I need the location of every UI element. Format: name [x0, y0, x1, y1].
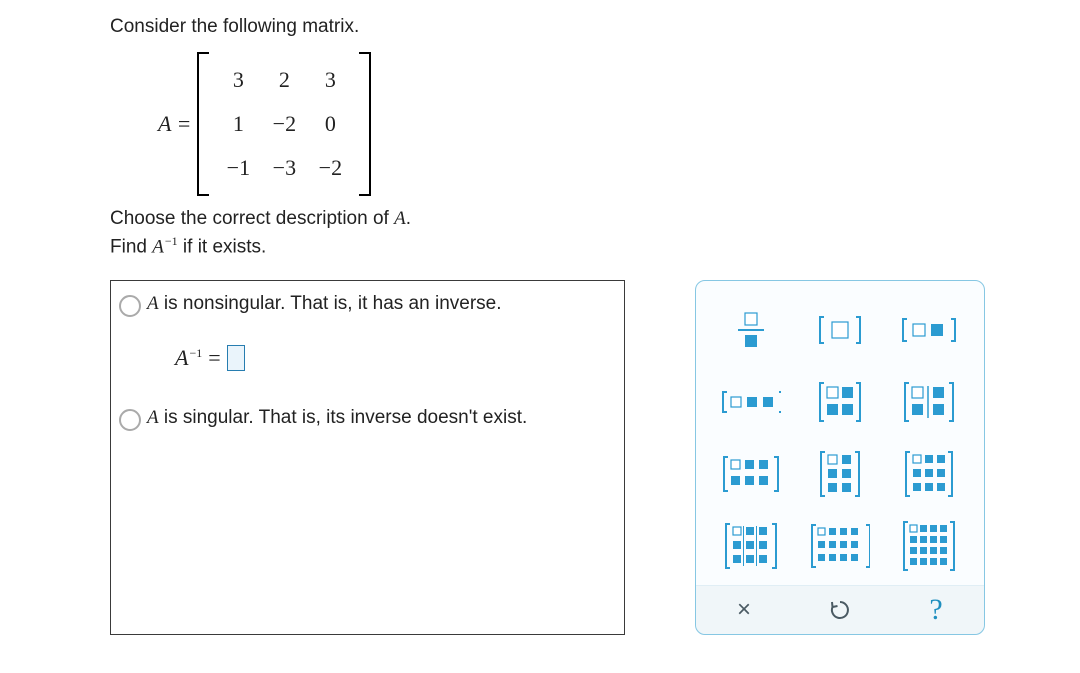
palette-matrix-1x1-button[interactable]	[810, 308, 870, 352]
matrix-grid: 3 2 3 1 −2 0 −1 −3 −2	[205, 56, 363, 192]
question-line2-pre: Find	[110, 236, 152, 257]
choice2-A: A	[147, 407, 159, 428]
bracket-3x4-icon	[810, 522, 870, 570]
eq-equals: =	[208, 345, 220, 371]
choice-singular[interactable]: A is singular. That is, its inverse does…	[119, 407, 614, 431]
matrix-cell: 2	[279, 67, 290, 93]
choice-nonsingular[interactable]: A is nonsingular. That is, it has an inv…	[119, 293, 614, 317]
palette-matrix-2x3-button[interactable]	[721, 452, 781, 496]
palette-matrix-3x3-button[interactable]	[899, 452, 959, 496]
eq-sup: −1	[189, 346, 202, 360]
template-palette: × ?	[695, 280, 985, 635]
bracket-3x3-grid-icon	[724, 521, 778, 571]
inverse-equation: A−1 =	[175, 345, 614, 371]
matrix-cell: −3	[273, 155, 296, 181]
matrix-cell: −2	[273, 111, 296, 137]
close-button[interactable]: ×	[696, 586, 792, 634]
bracket-2x3-icon	[722, 454, 780, 494]
bracket-1x1-icon	[818, 313, 862, 347]
palette-matrix-3x3-grid-button[interactable]	[721, 524, 781, 568]
question-line1-A: A	[394, 208, 406, 229]
palette-matrix-4x4-button[interactable]	[899, 524, 959, 568]
palette-matrix-3x4-button[interactable]	[810, 524, 870, 568]
question-line2-sup: −1	[165, 234, 178, 248]
question-line2-A: A	[152, 236, 164, 257]
help-button[interactable]: ?	[888, 586, 984, 634]
palette-matrix-1x3-button[interactable]	[721, 380, 781, 424]
palette-fraction-button[interactable]	[721, 308, 781, 352]
radio-icon[interactable]	[119, 295, 141, 317]
question-block: Choose the correct description of A. Fin…	[110, 208, 1040, 258]
palette-matrix-2x2-button[interactable]	[810, 380, 870, 424]
question-line1-post: .	[406, 208, 411, 229]
bracket-3x3-icon	[904, 449, 954, 499]
palette-toolbar: × ?	[696, 585, 984, 634]
bracket-2x2-icon	[818, 380, 862, 424]
palette-matrix-3x2-button[interactable]	[810, 452, 870, 496]
choice-text: A is singular. That is, its inverse does…	[147, 407, 527, 429]
palette-matrix-2x2-split-button[interactable]	[899, 380, 959, 424]
bracket-3x2-icon	[819, 449, 861, 499]
undo-button[interactable]	[792, 586, 888, 634]
choice2-text: is singular. That is, its inverse doesn'…	[159, 407, 528, 428]
prompt-text: Consider the following matrix.	[110, 16, 1040, 38]
choice1-A: A	[147, 293, 159, 314]
matrix-cell: 1	[233, 111, 244, 137]
bracket-1x2-icon	[901, 315, 957, 345]
matrix-bracket: 3 2 3 1 −2 0 −1 −3 −2	[197, 52, 371, 196]
matrix-cell: −1	[227, 155, 250, 181]
choice-box: A is nonsingular. That is, it has an inv…	[110, 280, 625, 635]
radio-icon[interactable]	[119, 409, 141, 431]
palette-matrix-1x2-button[interactable]	[899, 308, 959, 352]
question-line2-post: if it exists.	[178, 236, 267, 257]
choice-text: A is nonsingular. That is, it has an inv…	[147, 293, 502, 315]
question-line1-pre: Choose the correct description of	[110, 208, 394, 229]
matrix-cell: 3	[325, 67, 336, 93]
choice1-text: is nonsingular. That is, it has an inver…	[159, 293, 502, 314]
help-icon: ?	[929, 593, 942, 627]
matrix-definition: A = 3 2 3 1 −2 0 −1 −3 −2	[158, 52, 1040, 196]
matrix-lhs: A =	[158, 111, 191, 137]
matrix-cell: 3	[233, 67, 244, 93]
answer-input-slot[interactable]	[227, 345, 245, 371]
close-icon: ×	[737, 596, 751, 624]
undo-icon	[829, 599, 851, 621]
bracket-4x4-icon	[902, 519, 956, 573]
bracket-2x2-split-icon	[903, 380, 955, 424]
bracket-1x3-icon	[721, 388, 781, 416]
matrix-cell: 0	[325, 111, 336, 137]
matrix-cell: −2	[319, 155, 342, 181]
eq-A: A	[175, 345, 188, 370]
fraction-icon	[736, 310, 766, 350]
